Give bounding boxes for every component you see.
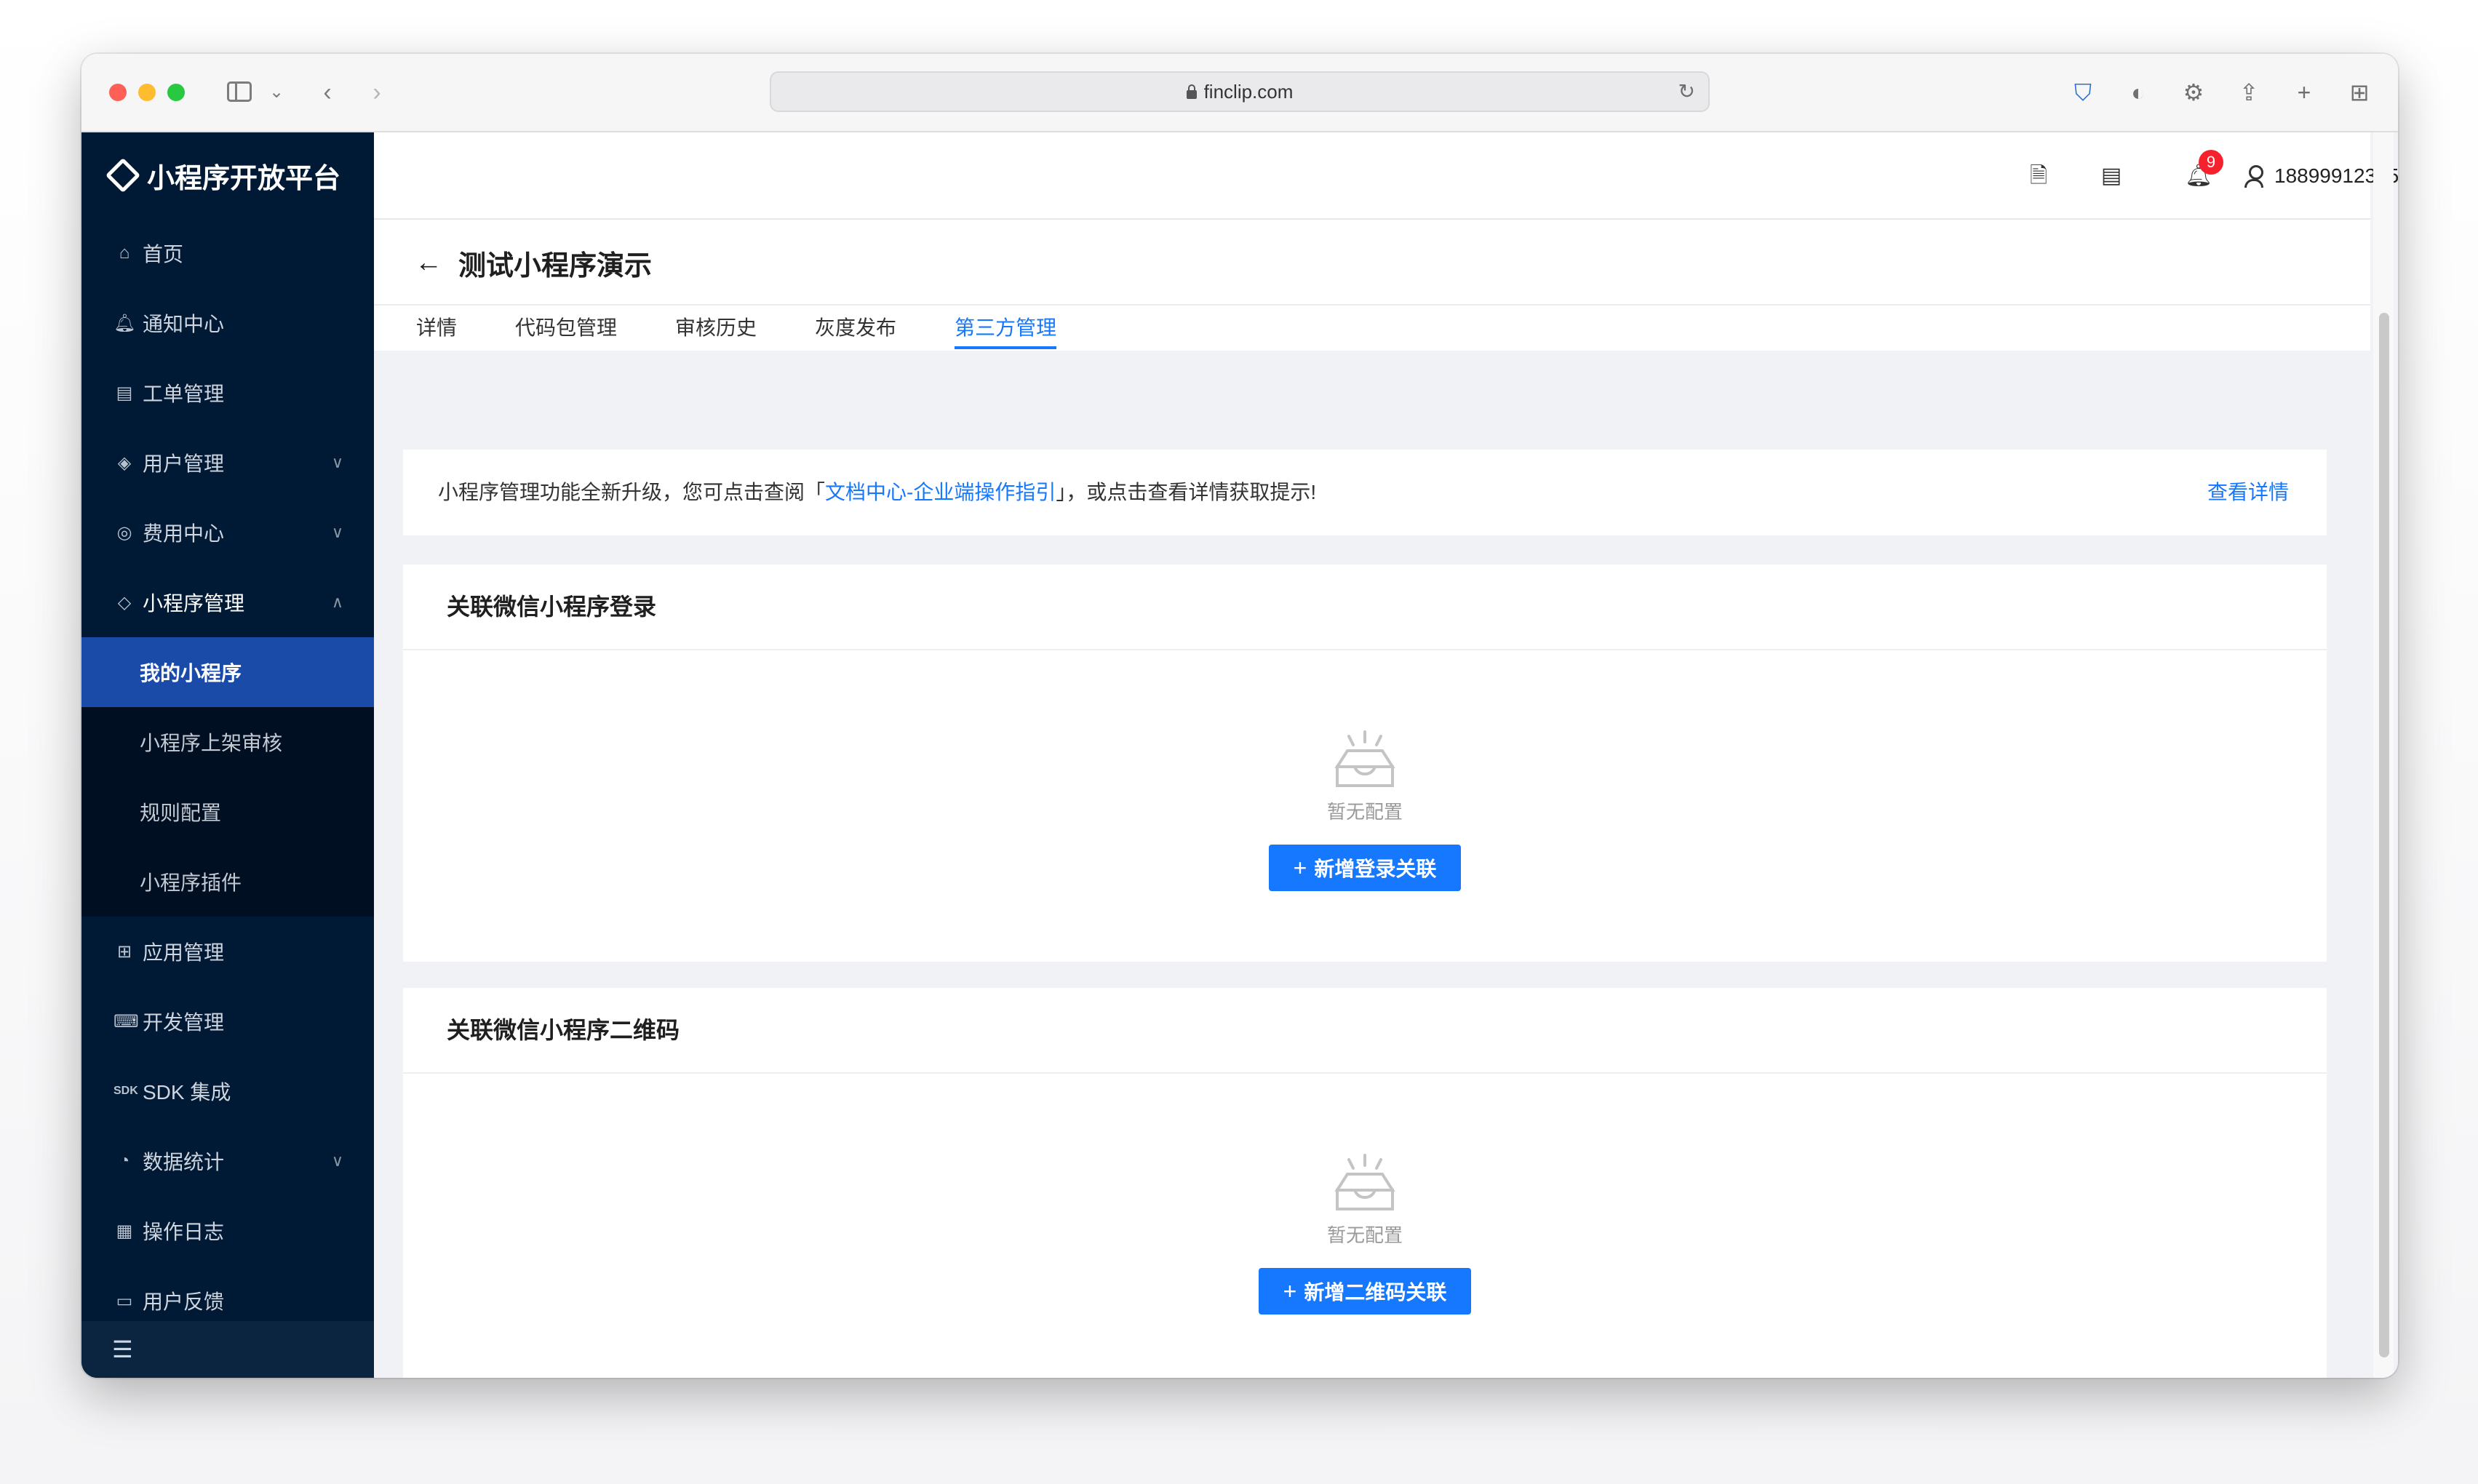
coin-icon: ◎ bbox=[116, 522, 132, 543]
chevron-down-icon: ∨ bbox=[331, 453, 343, 471]
gear-icon[interactable]: ⚙ bbox=[2177, 74, 2210, 111]
sidebar-item-rules[interactable]: 规则配置 bbox=[81, 777, 374, 847]
chevron-down-icon: ∨ bbox=[331, 523, 343, 541]
view-details-link[interactable]: 查看详情 bbox=[2207, 450, 2289, 535]
back-arrow-icon[interactable]: ← bbox=[415, 247, 442, 279]
scrollbar[interactable] bbox=[2373, 132, 2394, 1378]
menu-fold-icon: ☰ bbox=[112, 1336, 133, 1363]
back-icon[interactable]: ‹ bbox=[313, 76, 342, 109]
tab-bar: 详情 代码包管理 审核历史 灰度发布 第三方管理 bbox=[416, 306, 1115, 351]
empty-text: 暂无配置 bbox=[1326, 801, 1403, 823]
empty-state: 暂无配置 + 新增登录关联 bbox=[403, 729, 2327, 891]
notification-bell-icon[interactable]: 🔔︎ 9 bbox=[2183, 150, 2223, 192]
empty-inbox-icon bbox=[1327, 729, 1403, 791]
document-icon[interactable]: ▤ bbox=[2095, 160, 2127, 192]
code-icon: ⌨ bbox=[113, 1011, 139, 1032]
tab-details[interactable]: 详情 bbox=[416, 306, 457, 351]
main-content: 🗎 ▤ 🔔︎ 9 18899912345 ← 测试小程序演示 详情 代码包管理 审… bbox=[374, 132, 2398, 1378]
plus-icon[interactable]: + bbox=[2287, 74, 2321, 111]
sidebar-item-dev[interactable]: ⌨ 开发管理 bbox=[81, 986, 374, 1056]
upgrade-notice: 小程序管理功能全新升级，您可点击查阅「文档中心-企业端操作指引」，或点击查看详情… bbox=[403, 450, 2327, 535]
card-title: 关联微信小程序登录 bbox=[403, 565, 2327, 650]
notification-badge: 9 bbox=[2199, 150, 2223, 175]
logo-icon bbox=[105, 157, 141, 194]
sidebar-item-users[interactable]: ◈ 用户管理 ∨ bbox=[81, 428, 374, 498]
url-text: finclip.com bbox=[1203, 81, 1294, 103]
plus-icon: + bbox=[1293, 855, 1307, 881]
sidebar-item-logs[interactable]: ▦ 操作日志 bbox=[81, 1196, 374, 1266]
chevron-down-icon: ∨ bbox=[331, 1152, 343, 1170]
card-title: 关联微信小程序二维码 bbox=[403, 988, 2327, 1074]
wechat-qrcode-card: 关联微信小程序二维码 暂无配置 + 新增二维码关联 bbox=[403, 988, 2327, 1378]
collapse-sidebar-button[interactable]: ☰ bbox=[81, 1321, 374, 1378]
tab-code-package[interactable]: 代码包管理 bbox=[515, 306, 617, 351]
chevron-up-icon: ∧ bbox=[331, 593, 343, 611]
feedback-icon: ▭ bbox=[116, 1290, 133, 1311]
chevron-down-icon[interactable]: ⌄ bbox=[268, 76, 285, 109]
sidebar-item-tickets[interactable]: ▤ 工单管理 bbox=[81, 358, 374, 428]
lock-icon bbox=[1186, 84, 1197, 99]
home-icon: ⌂ bbox=[119, 243, 130, 263]
tab-gray-release[interactable]: 灰度发布 bbox=[815, 306, 896, 351]
sidebar-item-my-miniprogram[interactable]: 我的小程序 bbox=[81, 637, 374, 707]
user-icon bbox=[2244, 165, 2264, 188]
close-window-button[interactable] bbox=[109, 84, 127, 101]
page-title: ← 测试小程序演示 bbox=[415, 243, 652, 283]
miniprogram-icon: ◇ bbox=[117, 592, 132, 613]
pie-icon: ◔ bbox=[119, 1151, 130, 1170]
sidebar-item-stats[interactable]: ◔ 数据统计 ∨ bbox=[81, 1126, 374, 1196]
forward-icon[interactable]: › bbox=[362, 76, 391, 109]
browser-toolbar: ⌄ ‹ › finclip.com ↻ ⛉ ◐ ⚙ ⇪ + ⊞ bbox=[81, 54, 2398, 132]
tab-third-party[interactable]: 第三方管理 bbox=[955, 306, 1057, 351]
page-title-text: 测试小程序演示 bbox=[458, 251, 653, 282]
tab-review-history[interactable]: 审核历史 bbox=[675, 306, 757, 351]
sidebar-item-home[interactable]: ⌂ 首页 bbox=[81, 218, 374, 288]
doc-search-icon[interactable]: 🗎 bbox=[2023, 160, 2055, 192]
app-header: 🗎 ▤ 🔔︎ 9 18899912345 bbox=[374, 132, 2398, 220]
browser-window: ⌄ ‹ › finclip.com ↻ ⛉ ◐ ⚙ ⇪ + ⊞ 小程序开放平台 … bbox=[81, 54, 2398, 1378]
sidebar-item-apps[interactable]: ⊞ 应用管理 bbox=[81, 917, 374, 986]
browser-right-tools: ⛉ ◐ ⚙ ⇪ + ⊞ bbox=[2066, 74, 2376, 111]
docs-link[interactable]: 文档中心-企业端操作指引 bbox=[825, 481, 1056, 503]
scroll-thumb[interactable] bbox=[2379, 313, 2389, 1357]
tabs-grid-icon[interactable]: ⊞ bbox=[2343, 74, 2376, 111]
empty-text: 暂无配置 bbox=[1326, 1224, 1403, 1246]
wechat-login-card: 关联微信小程序登录 暂无配置 + 新增登录关联 bbox=[403, 565, 2327, 962]
layers-icon: ◈ bbox=[117, 452, 132, 473]
address-bar[interactable]: finclip.com ↻ bbox=[770, 71, 1710, 112]
minimize-window-button[interactable] bbox=[138, 84, 156, 101]
shield-icon[interactable]: ⛉ bbox=[2066, 74, 2100, 111]
sidebar-item-billing[interactable]: ◎ 费用中心 ∨ bbox=[81, 498, 374, 567]
reload-icon[interactable]: ↻ bbox=[1678, 73, 1695, 111]
sidebar-toggle-icon[interactable] bbox=[224, 76, 256, 109]
grid-icon: ⊞ bbox=[116, 941, 132, 962]
bell-icon: 🔔︎ bbox=[113, 313, 136, 333]
sidebar-item-notifications[interactable]: 🔔︎ 通知中心 bbox=[81, 288, 374, 358]
sidebar-item-plugins[interactable]: 小程序插件 bbox=[81, 847, 374, 917]
sdk-icon: SDK bbox=[113, 1085, 138, 1097]
add-qrcode-link-button[interactable]: + 新增二维码关联 bbox=[1258, 1268, 1472, 1315]
app-sidebar: 小程序开放平台 ⌂ 首页 🔔︎ 通知中心 ▤ 工单管理 ◈ 用户管理 ∨ ◎ 费用中心 ∨ ◇… bbox=[81, 132, 374, 1378]
sidebar-item-review[interactable]: 小程序上架审核 bbox=[81, 707, 374, 777]
maximize-window-button[interactable] bbox=[167, 84, 185, 101]
plus-icon: + bbox=[1283, 1278, 1297, 1304]
empty-inbox-icon bbox=[1327, 1152, 1403, 1215]
logo-text: 小程序开放平台 bbox=[147, 163, 341, 194]
log-icon: ▦ bbox=[116, 1221, 133, 1241]
miniprogram-submenu: 我的小程序 小程序上架审核 规则配置 小程序插件 bbox=[81, 637, 374, 917]
privacy-icon[interactable]: ◐ bbox=[2122, 74, 2155, 111]
share-icon[interactable]: ⇪ bbox=[2232, 74, 2266, 111]
notice-prefix: 小程序管理功能全新升级，您可点击查阅「 bbox=[438, 481, 826, 503]
empty-state: 暂无配置 + 新增二维码关联 bbox=[403, 1152, 2327, 1315]
page-header: ← 测试小程序演示 详情 代码包管理 审核历史 灰度发布 第三方管理 bbox=[374, 220, 2370, 351]
logo[interactable]: 小程序开放平台 bbox=[81, 132, 374, 218]
sidebar-item-sdk[interactable]: SDK SDK 集成 bbox=[81, 1056, 374, 1126]
sidebar-item-miniprogram[interactable]: ◇ 小程序管理 ∧ bbox=[81, 567, 374, 637]
notice-suffix: 」，或点击查看详情获取提示! bbox=[1056, 481, 1317, 503]
ticket-icon: ▤ bbox=[116, 383, 133, 403]
add-login-link-button[interactable]: + 新增登录关联 bbox=[1268, 845, 1462, 891]
